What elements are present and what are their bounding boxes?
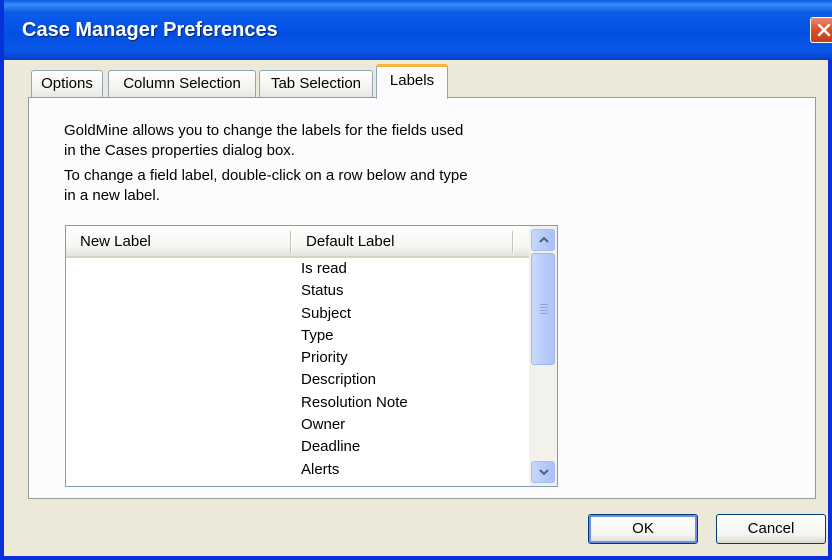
tab-label: Labels bbox=[389, 72, 435, 89]
list-row[interactable]: Resolution Note bbox=[66, 393, 529, 415]
description-line: GoldMine allows you to change the labels… bbox=[64, 122, 464, 139]
list-row[interactable]: Is read bbox=[66, 259, 529, 281]
cancel-button[interactable]: Cancel bbox=[716, 514, 826, 544]
list-row[interactable]: Priority bbox=[66, 348, 529, 370]
tab-column-selection[interactable]: Column Selection bbox=[108, 70, 256, 98]
tab-labels[interactable]: Labels bbox=[376, 64, 448, 99]
tab-label: Options bbox=[41, 75, 93, 92]
description-line: in the Cases properties dialog box. bbox=[64, 142, 295, 159]
labels-list[interactable]: New Label Default Label Is read Status S… bbox=[65, 225, 558, 487]
default-label-cell: Owner bbox=[301, 416, 346, 434]
grip-line bbox=[540, 313, 548, 314]
description-line: in a new label. bbox=[64, 187, 160, 204]
tab-label: Column Selection bbox=[123, 75, 241, 92]
close-button[interactable] bbox=[810, 17, 832, 43]
tab-options[interactable]: Options bbox=[31, 70, 103, 98]
window-title: Case Manager Preferences bbox=[22, 19, 278, 41]
scroll-down-button[interactable] bbox=[531, 461, 555, 483]
column-header-default-label[interactable]: Default Label bbox=[306, 233, 394, 250]
chevron-up-icon bbox=[539, 236, 549, 243]
column-divider[interactable] bbox=[512, 231, 514, 253]
list-row[interactable]: Alerts bbox=[66, 460, 529, 482]
list-header: New Label Default Label bbox=[66, 226, 529, 258]
list-row[interactable]: Owner bbox=[66, 415, 529, 437]
ok-button[interactable]: OK bbox=[588, 514, 698, 544]
vertical-scrollbar[interactable] bbox=[529, 226, 557, 486]
default-label-cell: Resolution Note bbox=[301, 393, 408, 411]
default-label-cell: Alerts bbox=[301, 460, 340, 478]
list-row[interactable]: Subject bbox=[66, 304, 529, 326]
scroll-up-button[interactable] bbox=[531, 229, 555, 251]
description-line: To change a field label, double-click on… bbox=[64, 167, 468, 184]
list-row[interactable]: Type bbox=[66, 326, 529, 348]
default-label-cell: Is read bbox=[301, 260, 347, 277]
list-row[interactable]: Description bbox=[66, 370, 529, 392]
grip-line bbox=[540, 310, 548, 311]
column-header-new-label[interactable]: New Label bbox=[80, 233, 151, 250]
default-label-cell: Priority bbox=[301, 349, 348, 367]
close-icon bbox=[817, 23, 831, 37]
default-label-cell: Deadline bbox=[301, 438, 361, 456]
grip-line bbox=[540, 304, 548, 305]
title-bar[interactable]: Case Manager Preferences bbox=[4, 0, 832, 60]
column-divider[interactable] bbox=[290, 231, 292, 253]
dialog-window: Case Manager Preferences Options Column … bbox=[0, 0, 832, 560]
tab-tab-selection[interactable]: Tab Selection bbox=[259, 70, 373, 98]
grip-line bbox=[540, 307, 548, 308]
tab-label: Tab Selection bbox=[270, 75, 362, 92]
default-label-cell: Type bbox=[301, 326, 334, 344]
default-label-cell: Status bbox=[301, 282, 344, 300]
list-row[interactable]: Status bbox=[66, 281, 529, 303]
list-rows: Is read Status Subject Type Priority Des… bbox=[66, 259, 529, 482]
chevron-down-icon bbox=[539, 469, 549, 476]
default-label-cell: Subject bbox=[301, 304, 352, 322]
default-label-cell: Description bbox=[301, 371, 377, 389]
list-row[interactable]: Deadline bbox=[66, 437, 529, 459]
scroll-thumb[interactable] bbox=[531, 253, 555, 365]
